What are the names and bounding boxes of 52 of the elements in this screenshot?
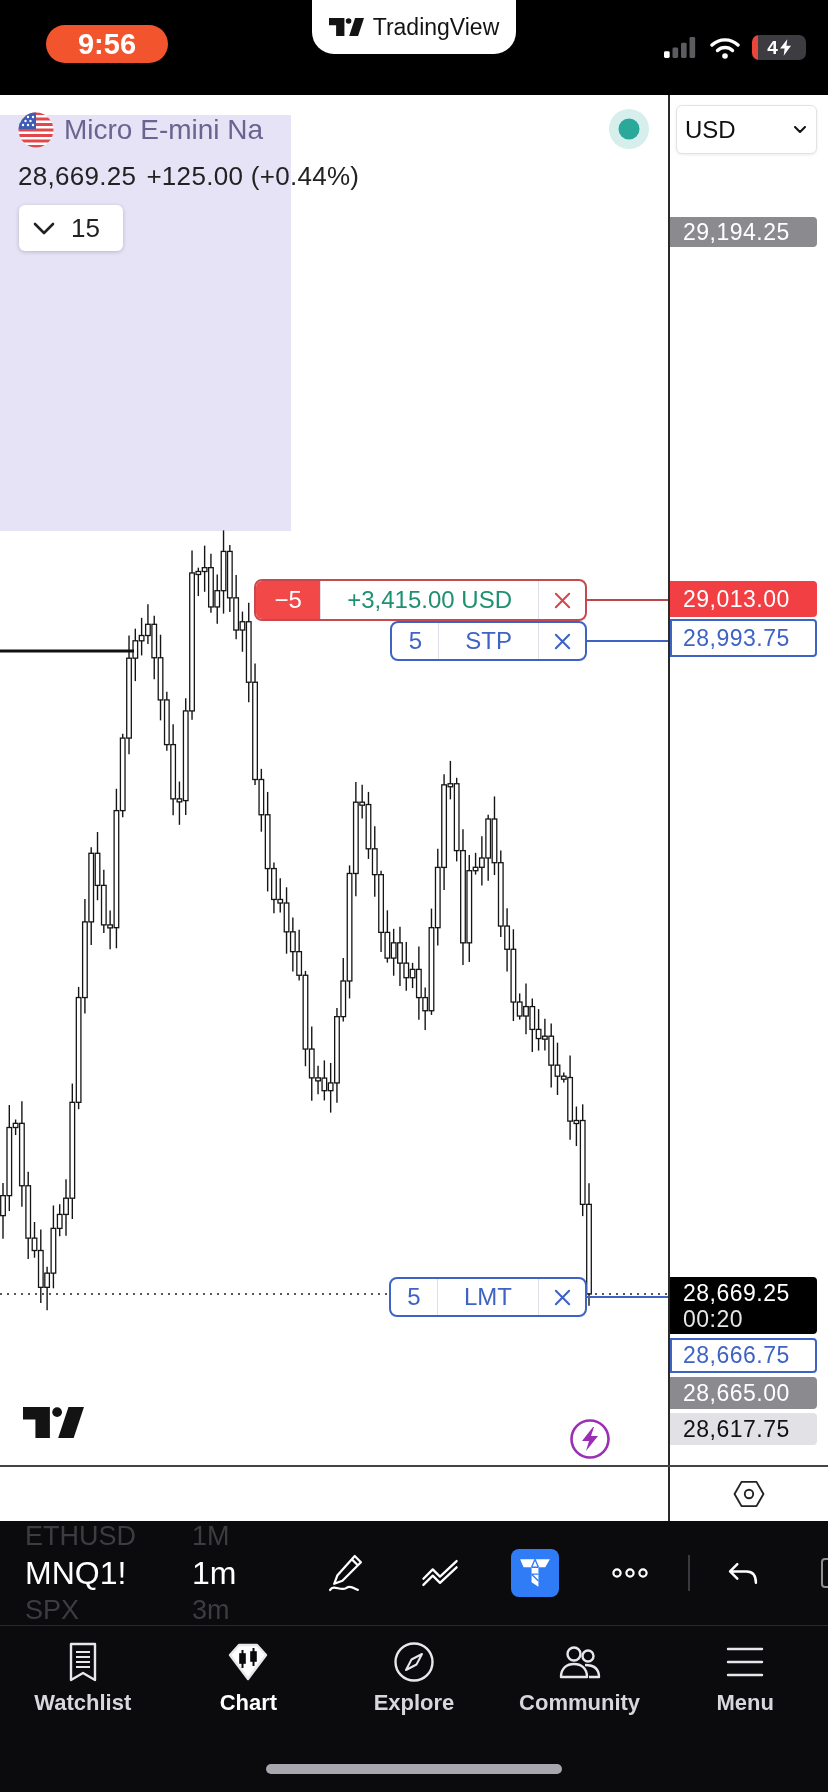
currency-select[interactable]: USD <box>676 105 817 154</box>
nav-tab[interactable]: Chart <box>165 1640 332 1716</box>
close-icon[interactable] <box>552 631 572 651</box>
price-label: 28,666.75 <box>670 1338 817 1373</box>
interval-label[interactable]: 1m <box>192 1557 237 1589</box>
countdown: 00:20 <box>683 1305 745 1332</box>
order-quantity: 5 <box>406 1282 422 1312</box>
lightning-icon[interactable] <box>570 1419 610 1459</box>
close-icon[interactable] <box>552 590 572 610</box>
order-type: STP <box>465 627 512 655</box>
position-size: −5 <box>256 581 321 619</box>
t-logo-icon <box>519 1558 551 1588</box>
price-label: 28,993.75 <box>670 619 817 657</box>
order-quantity: 5 <box>407 626 423 656</box>
price-label: 29,013.00 <box>670 581 817 617</box>
more-icon <box>611 1568 649 1578</box>
wifi-icon <box>710 36 740 59</box>
app-name: TradingView <box>372 13 500 41</box>
nav-tab[interactable]: Community <box>496 1640 663 1716</box>
bolt-icon <box>779 39 791 56</box>
status-time: 9:56 <box>46 25 168 63</box>
price-value: 28,669.25 <box>683 1279 791 1306</box>
battery-percent: 4 <box>767 38 778 57</box>
position-label[interactable]: −5 +3,415.00 USD <box>254 579 587 621</box>
compass-icon <box>392 1640 436 1684</box>
order-type: LMT <box>464 1283 512 1311</box>
settings-icon[interactable] <box>733 1480 765 1508</box>
nav-tab[interactable]: Menu <box>662 1640 828 1716</box>
nav-tab[interactable]: Explore <box>331 1640 497 1716</box>
undo-icon <box>728 1561 758 1585</box>
price-change: +125.00 (+0.44%) <box>146 160 360 192</box>
logo-icon <box>23 1407 84 1438</box>
status-dot-icon <box>609 109 649 149</box>
price-label: 28,617.75 <box>670 1413 817 1445</box>
price-label: 29,194.25 <box>670 217 817 247</box>
zigzag-icon <box>421 1559 459 1587</box>
price-label: 28,665.00 <box>670 1377 817 1409</box>
chevron-down-icon <box>794 125 806 134</box>
interval-dropdown[interactable]: 15 <box>19 205 123 251</box>
order-label[interactable]: 5 STP <box>390 621 587 661</box>
symbol-name[interactable]: MNQ1! <box>25 1557 127 1589</box>
pen-icon <box>327 1554 363 1592</box>
close-icon[interactable] <box>552 1287 572 1307</box>
profit-value: +3,415.00 USD <box>347 586 512 614</box>
symbol-title: Micro E-mini Na <box>64 114 264 146</box>
chevron-down-icon <box>33 221 55 235</box>
last-price: 28,669.25 <box>18 160 137 192</box>
signal-icon <box>664 37 698 58</box>
order-label[interactable]: 5 LMT <box>389 1277 587 1317</box>
nav-tab[interactable]: Watchlist <box>0 1640 166 1716</box>
t-logo-button[interactable] <box>511 1549 559 1597</box>
logo-icon <box>328 18 364 36</box>
